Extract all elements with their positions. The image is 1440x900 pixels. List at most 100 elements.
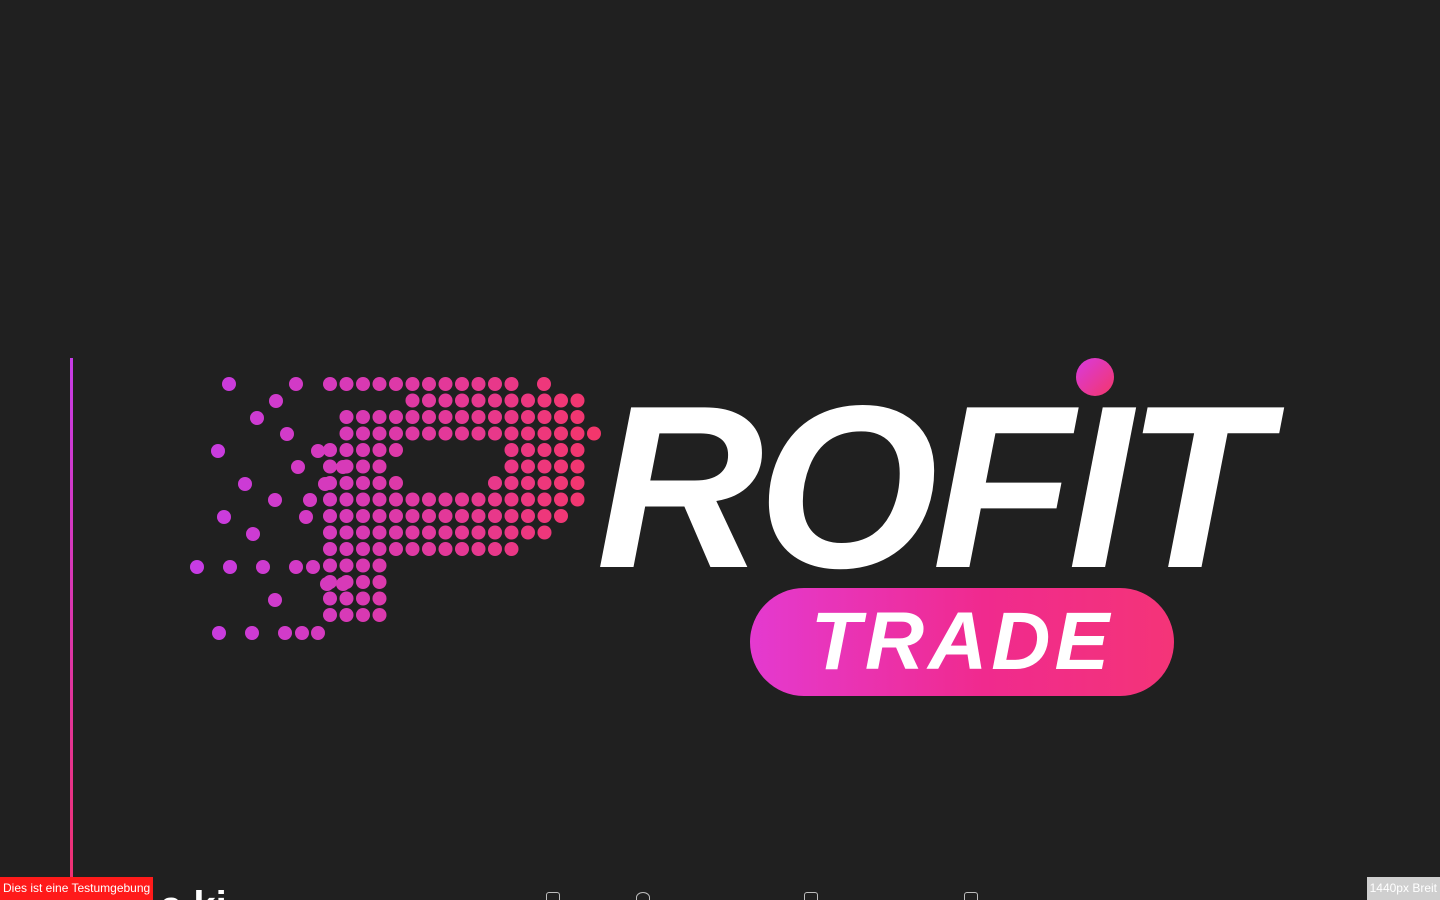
logo-dot: [537, 410, 552, 424]
logo-dot: [372, 426, 387, 441]
logo-dot: [291, 460, 305, 474]
logo-dot: [212, 626, 226, 640]
logo-dot: [504, 377, 519, 391]
logo-dot: [422, 393, 436, 408]
logo-dot: [323, 608, 337, 622]
logo-dot: [190, 560, 204, 574]
logo-dot: [537, 393, 552, 408]
nav-icon-4[interactable]: [964, 892, 978, 900]
logo-dot: [521, 426, 535, 441]
logo-dot: [372, 410, 387, 424]
logo-dot: [521, 459, 535, 474]
logo-dot: [422, 492, 436, 507]
logo-dot: [521, 443, 535, 457]
logo-dot: [336, 577, 350, 591]
logo-dot: [521, 509, 535, 523]
logo-dot: [372, 443, 387, 457]
logo-dot: [339, 525, 354, 540]
logo-dot: [372, 608, 387, 622]
logo-dot: [521, 476, 535, 490]
logo-dot: [471, 393, 486, 408]
logo-dot: [521, 393, 535, 408]
logo-dot: [488, 509, 502, 523]
logo-dot: [471, 509, 486, 523]
logo-dot: [389, 426, 403, 441]
logo-dot: [554, 426, 568, 441]
logo-dot: [471, 492, 486, 507]
logo-dot: [504, 542, 519, 556]
logo-dot: [537, 377, 551, 391]
logo-dot: [488, 377, 502, 391]
logo-dot: [323, 492, 337, 507]
logo-dot: [554, 476, 568, 490]
logo-dot: [323, 443, 337, 457]
logo-dot: [537, 509, 552, 523]
logo-dot: [268, 593, 282, 607]
logo-dot: [488, 426, 502, 441]
logo-dot: [554, 492, 568, 507]
logo-dot: [323, 591, 337, 606]
logo-dot: [504, 509, 519, 523]
logo-dot: [537, 426, 552, 441]
logo-dot: [504, 476, 519, 490]
logo-dot: [405, 410, 420, 424]
logo-dot: [488, 476, 502, 490]
logo-dot: [280, 427, 294, 441]
logo-dot: [405, 492, 420, 507]
logo-dot: [455, 393, 469, 408]
logo-dot: [336, 460, 350, 474]
logo-dot: [295, 626, 309, 640]
logo-dot: [537, 443, 552, 457]
logo-dot: [356, 542, 370, 556]
logo-dot: [455, 410, 469, 424]
logo-dot: [405, 525, 420, 540]
nav-icon-2[interactable]: [636, 892, 650, 900]
logo-dot: [570, 426, 585, 441]
logo-dot: [438, 492, 453, 507]
logo-dot: [554, 443, 568, 457]
logo-dot: [356, 558, 370, 573]
logo-dot: [438, 509, 453, 523]
logo-dot: [339, 608, 354, 622]
nav-icon-1[interactable]: [546, 892, 560, 900]
logo-dot: [372, 492, 387, 507]
logo-dot: [471, 410, 486, 424]
logo-dot: [504, 443, 519, 457]
logo-dot: [356, 426, 370, 441]
logo-dot: [278, 626, 292, 640]
logo-dot: [339, 476, 354, 490]
logo-dot: [372, 542, 387, 556]
logo-dot: [438, 426, 453, 441]
logo-dot: [389, 525, 403, 540]
logo-dot: [504, 410, 519, 424]
page: ROFIT TRADE a ki Dies ist eine Testumgeb…: [0, 0, 1440, 900]
trade-badge-label: TRADE: [810, 596, 1114, 687]
trade-badge: TRADE: [750, 588, 1174, 696]
logo-dot: [323, 525, 337, 540]
logo-dot: [356, 377, 370, 391]
logo-dot: [488, 410, 502, 424]
logo-dot: [438, 393, 453, 408]
logo-dot: [537, 476, 552, 490]
logo-wordmark: ROFIT: [596, 358, 1268, 617]
nav-icon-3[interactable]: [804, 892, 818, 900]
logo-dot: [339, 443, 354, 457]
logo-dot: [311, 444, 325, 458]
logo-dot: [504, 492, 519, 507]
nav-peek-text[interactable]: a ki: [160, 886, 227, 900]
logo-dot: [318, 477, 332, 491]
logo-dot: [422, 377, 436, 391]
logo-dot: [356, 509, 370, 523]
logo-dot: [405, 426, 420, 441]
logo-dot: [488, 542, 502, 556]
logo-dot: [389, 492, 403, 507]
logo-dot: [339, 426, 354, 441]
logo-dot: [372, 591, 387, 606]
logo-dot: [339, 377, 354, 391]
viewport-width-badge: 1440px Breit: [1366, 877, 1440, 900]
logo-dot: [356, 575, 370, 589]
logo-dot: [356, 608, 370, 622]
logo-dot: [471, 426, 486, 441]
logo-dot: [339, 558, 354, 573]
logo-dot: [488, 492, 502, 507]
